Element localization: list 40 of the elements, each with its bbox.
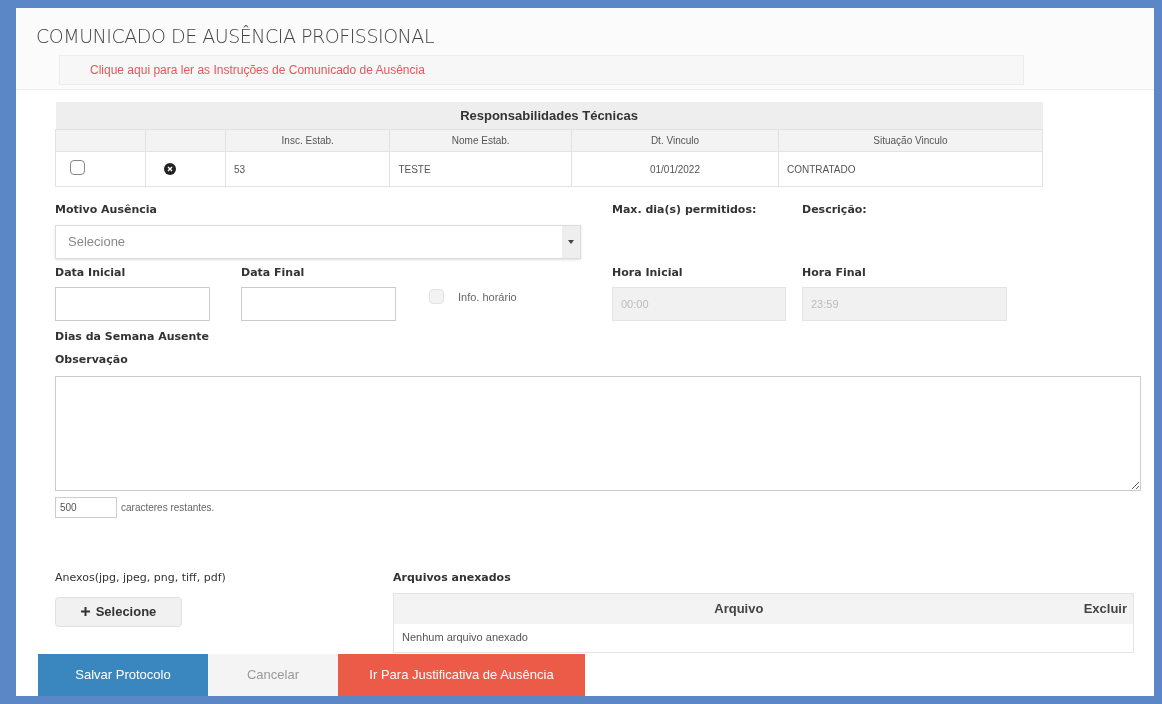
- caret-icon: [568, 239, 574, 244]
- field-label: Descrição:: [802, 202, 867, 218]
- column-header: Dt. Vinculo: [571, 129, 779, 152]
- field-label: Hora Inicial: [612, 264, 684, 281]
- field-label: Hora Final: [802, 264, 867, 281]
- field-label: Data Inicial: [55, 264, 127, 281]
- empty-message: Nenhum arquivo anexado: [402, 630, 528, 646]
- date-field[interactable]: [241, 287, 396, 321]
- field-label: Motivo Ausência: [55, 202, 158, 218]
- field-label: Data Final: [241, 264, 306, 281]
- table-cell: 01/01/2022: [571, 151, 779, 187]
- column-header: Nome Estab.: [389, 129, 572, 152]
- page-title: COMUNICADO DE AUSÊNCIA PROFISSIONAL: [36, 24, 435, 49]
- dark-circle-icon[interactable]: [164, 163, 176, 175]
- plus-icon: [80, 607, 90, 616]
- field-label: Arquivos anexados: [393, 570, 512, 586]
- column-header: Insc. Estab.: [225, 129, 390, 152]
- counter-text: caracteres restantes.: [121, 501, 215, 515]
- field-label: Dias da Semana Ausente: [55, 329, 211, 345]
- checkbox-label: Info. horário: [458, 289, 517, 305]
- instructions-link[interactable]: Clique aqui para ler as Instruções de Comunicado de Ausência: [90, 60, 425, 79]
- action-button[interactable]: Salvar Protocolo: [38, 654, 208, 696]
- field-label: Observação: [55, 351, 129, 368]
- select-file-button[interactable]: Selecione: [55, 596, 182, 627]
- checkbox[interactable]: [70, 159, 85, 175]
- column-header: Arquivo: [713, 599, 765, 618]
- column-header: Excluir: [1083, 599, 1128, 618]
- table-cell: CONTRATADO: [778, 151, 1043, 187]
- action-button[interactable]: Cancelar: [208, 654, 338, 696]
- action-button[interactable]: Ir Para Justificativa de Ausência: [338, 654, 585, 696]
- column-header: Situação Vinculo: [778, 129, 1043, 152]
- observation-field[interactable]: [55, 376, 1141, 491]
- table-cell: TESTE: [389, 151, 572, 187]
- select-field[interactable]: Selecione: [55, 224, 581, 259]
- table-cell: 53: [225, 151, 390, 187]
- field-label: Anexos(jpg, jpeg, png, tiff, pdf): [55, 570, 227, 586]
- counter-field: 500: [55, 497, 117, 518]
- table-caption: Responsabilidades Técnicas: [55, 101, 1043, 130]
- field-label: Max. dia(s) permitidos:: [612, 202, 758, 218]
- date-field[interactable]: [55, 287, 210, 321]
